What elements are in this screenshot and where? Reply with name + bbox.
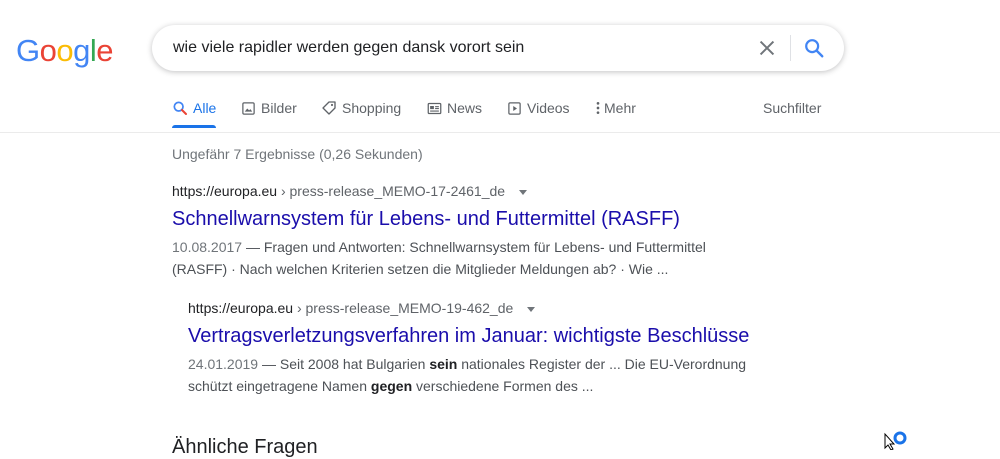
result-snippet: 10.08.2017 — Fragen und Antworten: Schne… bbox=[172, 236, 732, 280]
google-logo[interactable]: Google bbox=[16, 33, 114, 69]
snippet-text: verschiedene Formen des ... bbox=[412, 378, 594, 394]
snippet-highlight: sein bbox=[429, 356, 458, 372]
tab-shopping[interactable]: Shopping bbox=[321, 100, 401, 116]
snippet-text: — Seit 2008 hat Bulgarien bbox=[258, 356, 430, 372]
result-url[interactable]: https://europa.eu › press-release_MEMO-1… bbox=[188, 300, 768, 316]
result-path: › press-release_MEMO-19-462_de bbox=[293, 300, 514, 316]
related-questions-heading: Ähnliche Fragen bbox=[172, 436, 318, 458]
search-result-indented: https://europa.eu › press-release_MEMO-1… bbox=[188, 300, 768, 397]
result-title-link[interactable]: Vertragsverletzungsverfahren im Januar: … bbox=[188, 325, 768, 348]
logo-letter: e bbox=[96, 33, 114, 68]
more-vert-icon bbox=[596, 102, 600, 114]
search-divider bbox=[790, 35, 791, 61]
tab-news[interactable]: News bbox=[427, 100, 482, 116]
logo-letter: G bbox=[16, 33, 40, 68]
tab-label: Videos bbox=[527, 100, 570, 116]
logo-letter: o bbox=[39, 33, 57, 68]
snippet-highlight: gegen bbox=[370, 378, 413, 394]
tab-label: Alle bbox=[193, 100, 217, 116]
logo-letter: o bbox=[56, 33, 74, 68]
play-icon bbox=[508, 101, 521, 115]
result-domain: https://europa.eu bbox=[172, 183, 278, 199]
result-date: 10.08.2017 bbox=[172, 239, 243, 255]
tab-label: News bbox=[447, 100, 483, 116]
tab-mehr[interactable]: Mehr bbox=[595, 100, 636, 116]
tab-bilder[interactable]: Bilder bbox=[241, 100, 297, 116]
news-icon bbox=[427, 102, 442, 114]
close-icon[interactable] bbox=[756, 37, 778, 59]
result-title-link[interactable]: Schnellwarnsystem für Lebens- und Futter… bbox=[172, 208, 732, 231]
result-domain: https://europa.eu bbox=[188, 300, 294, 316]
search-input[interactable]: wie viele rapidler werden gegen dansk vo… bbox=[173, 39, 524, 57]
result-stats: Ungefähr 7 Ergebnisse (0,26 Sekunden) bbox=[172, 146, 423, 162]
chevron-down-icon[interactable] bbox=[527, 306, 536, 312]
search-icon bbox=[173, 101, 187, 115]
tab-videos[interactable]: Videos bbox=[507, 100, 570, 116]
tab-label: Bilder bbox=[261, 100, 297, 116]
chevron-down-icon[interactable] bbox=[518, 189, 527, 195]
result-snippet: 24.01.2019 — Seit 2008 hat Bulgarien sei… bbox=[188, 353, 768, 397]
search-box[interactable]: wie viele rapidler werden gegen dansk vo… bbox=[152, 25, 844, 71]
loading-cursor-icon bbox=[884, 431, 907, 450]
tab-label: Mehr bbox=[604, 100, 636, 116]
tab-alle[interactable]: Alle bbox=[172, 100, 217, 128]
image-icon bbox=[242, 101, 255, 115]
result-date: 24.01.2019 bbox=[188, 356, 259, 372]
logo-letter: g bbox=[73, 33, 90, 68]
tools-label: Suchfilter bbox=[763, 100, 822, 116]
search-result: https://europa.eu › press-release_MEMO-1… bbox=[172, 183, 732, 280]
result-path: › press-release_MEMO-17-2461_de bbox=[277, 183, 506, 199]
tab-label: Shopping bbox=[342, 100, 402, 116]
result-url[interactable]: https://europa.eu › press-release_MEMO-1… bbox=[172, 183, 732, 199]
search-tabs: Alle Bilder Shopping News Videos Mehr Su… bbox=[0, 96, 1000, 133]
search-icon[interactable] bbox=[803, 37, 825, 59]
tag-icon bbox=[322, 101, 336, 115]
snippet-text: — Fragen und Antworten: Schnellwarnsyste… bbox=[172, 239, 706, 277]
tools-button[interactable]: Suchfilter bbox=[763, 100, 821, 116]
